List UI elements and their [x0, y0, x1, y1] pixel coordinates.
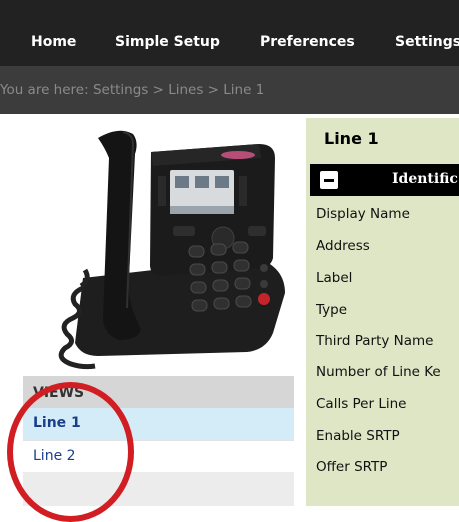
nav-settings[interactable]: Settings — [395, 33, 459, 51]
collapse-icon[interactable] — [320, 171, 338, 189]
field-third-party-name: Third Party Name — [316, 333, 434, 349]
field-number-of-line-keys: Number of Line Ke — [316, 364, 441, 380]
section-title: Identific — [392, 171, 458, 187]
field-enable-srtp: Enable SRTP — [316, 428, 400, 444]
field-display-name: Display Name — [316, 206, 410, 222]
nav-simple-setup[interactable]: Simple Setup — [115, 33, 220, 51]
field-offer-srtp: Offer SRTP — [316, 459, 388, 475]
field-type: Type — [316, 302, 348, 318]
field-calls-per-line: Calls Per Line — [316, 396, 407, 412]
field-address: Address — [316, 238, 370, 254]
line-settings-panel: Line 1 Identific Display Name Address La… — [306, 118, 459, 506]
highlight-circle — [7, 382, 134, 522]
nav-home[interactable]: Home — [31, 33, 76, 51]
field-label: Label — [316, 270, 353, 286]
panel-title: Line 1 — [324, 129, 379, 148]
nav-preferences[interactable]: Preferences — [260, 33, 355, 51]
breadcrumb: You are here: Settings > Lines > Line 1 — [0, 82, 265, 98]
phone-image — [23, 118, 294, 376]
desk-phone-illustration — [58, 130, 285, 370]
